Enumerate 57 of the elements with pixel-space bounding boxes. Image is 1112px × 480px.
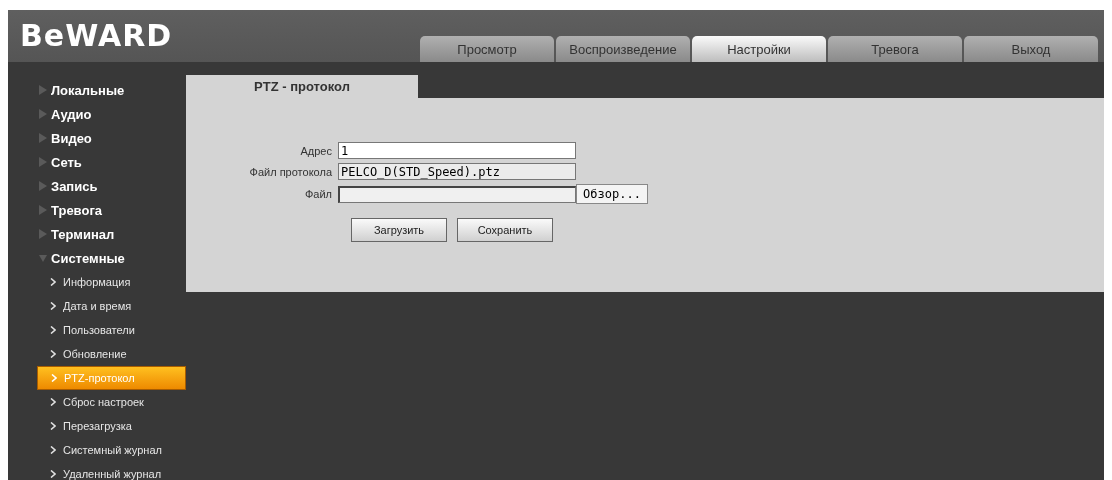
field-label: Файл протокола — [248, 165, 332, 178]
chevron-icon — [50, 398, 56, 406]
browse-button[interactable]: Обзор... — [576, 184, 648, 204]
sidebar-label: Сеть — [51, 154, 82, 170]
sidebar-label: Тревога — [51, 202, 103, 218]
sidebar-item[interactable]: Тревога — [8, 198, 186, 222]
file-field[interactable] — [338, 185, 576, 203]
sidebar-label: Информация — [63, 276, 131, 288]
chevron-icon — [50, 350, 56, 358]
chevron-icon — [50, 422, 56, 430]
sidebar-subitem[interactable]: Дата и время — [37, 294, 186, 318]
chevron-icon — [50, 302, 56, 310]
sidebar-item[interactable]: Видео — [8, 126, 186, 150]
sidebar-item[interactable]: Запись — [8, 174, 186, 198]
sidebar-subitem[interactable]: Обновление — [37, 342, 186, 366]
sidebar-label: Запись — [51, 178, 98, 194]
nav-tab[interactable]: Настройки — [692, 36, 826, 62]
chevron-icon — [50, 326, 56, 334]
address-field[interactable]: 1 — [338, 142, 576, 159]
sidebar-subitem[interactable]: Пользователи — [37, 318, 186, 342]
sidebar-item[interactable]: Сеть — [8, 150, 186, 174]
sidebar-subitem[interactable]: Сброс настроек — [37, 390, 186, 414]
nav-tab[interactable]: Воспроизведение — [556, 36, 690, 62]
chevron-icon — [51, 374, 57, 382]
sidebar-item[interactable]: Аудио — [8, 102, 186, 126]
chevron-icon — [50, 470, 56, 478]
sidebar-label: Перезагрузка — [63, 420, 132, 432]
sidebar-label: Дата и время — [63, 300, 132, 312]
sidebar-item[interactable]: Системные — [8, 246, 186, 270]
nav-tab[interactable]: Тревога — [828, 36, 962, 62]
sidebar-label: Пользователи — [63, 324, 135, 336]
sidebar-label: Системные — [51, 250, 125, 266]
sidebar-item[interactable]: Локальные — [8, 78, 186, 102]
sidebar-label: Системный журнал — [63, 444, 162, 456]
protocol-file-field[interactable]: PELCO_D(STD_Speed).ptz — [338, 163, 576, 180]
chevron-icon — [50, 278, 56, 286]
sidebar-label: Сброс настроек — [63, 396, 144, 408]
sidebar-label: Удаленный журнал — [63, 468, 162, 480]
sidebar-label: Обновление — [63, 348, 127, 360]
action-button[interactable]: Загрузить — [351, 218, 447, 242]
sidebar-subitem[interactable]: Перезагрузка — [37, 414, 186, 438]
chevron-icon — [50, 446, 56, 454]
field-label: Адрес — [299, 144, 332, 157]
nav-tab[interactable]: Просмотр — [420, 36, 554, 62]
action-button[interactable]: Сохранить — [457, 218, 553, 242]
nav-tab[interactable]: Выход — [964, 36, 1098, 62]
sidebar-label: Аудио — [51, 106, 92, 122]
sidebar-label: PTZ-протокол — [64, 372, 135, 384]
logo: BeWARD — [20, 20, 173, 52]
sidebar-label: Локальные — [51, 82, 125, 98]
sidebar-subitem[interactable]: Удаленный журнал — [37, 462, 186, 480]
sidebar-subitem[interactable]: Системный журнал — [37, 438, 186, 462]
sidebar-label: Терминал — [51, 226, 115, 242]
sidebar-label: Видео — [51, 130, 92, 146]
field-label: Файл — [303, 188, 332, 200]
sidebar-item[interactable]: Терминал — [8, 222, 186, 246]
sidebar-subitem[interactable]: Информация — [37, 270, 186, 294]
